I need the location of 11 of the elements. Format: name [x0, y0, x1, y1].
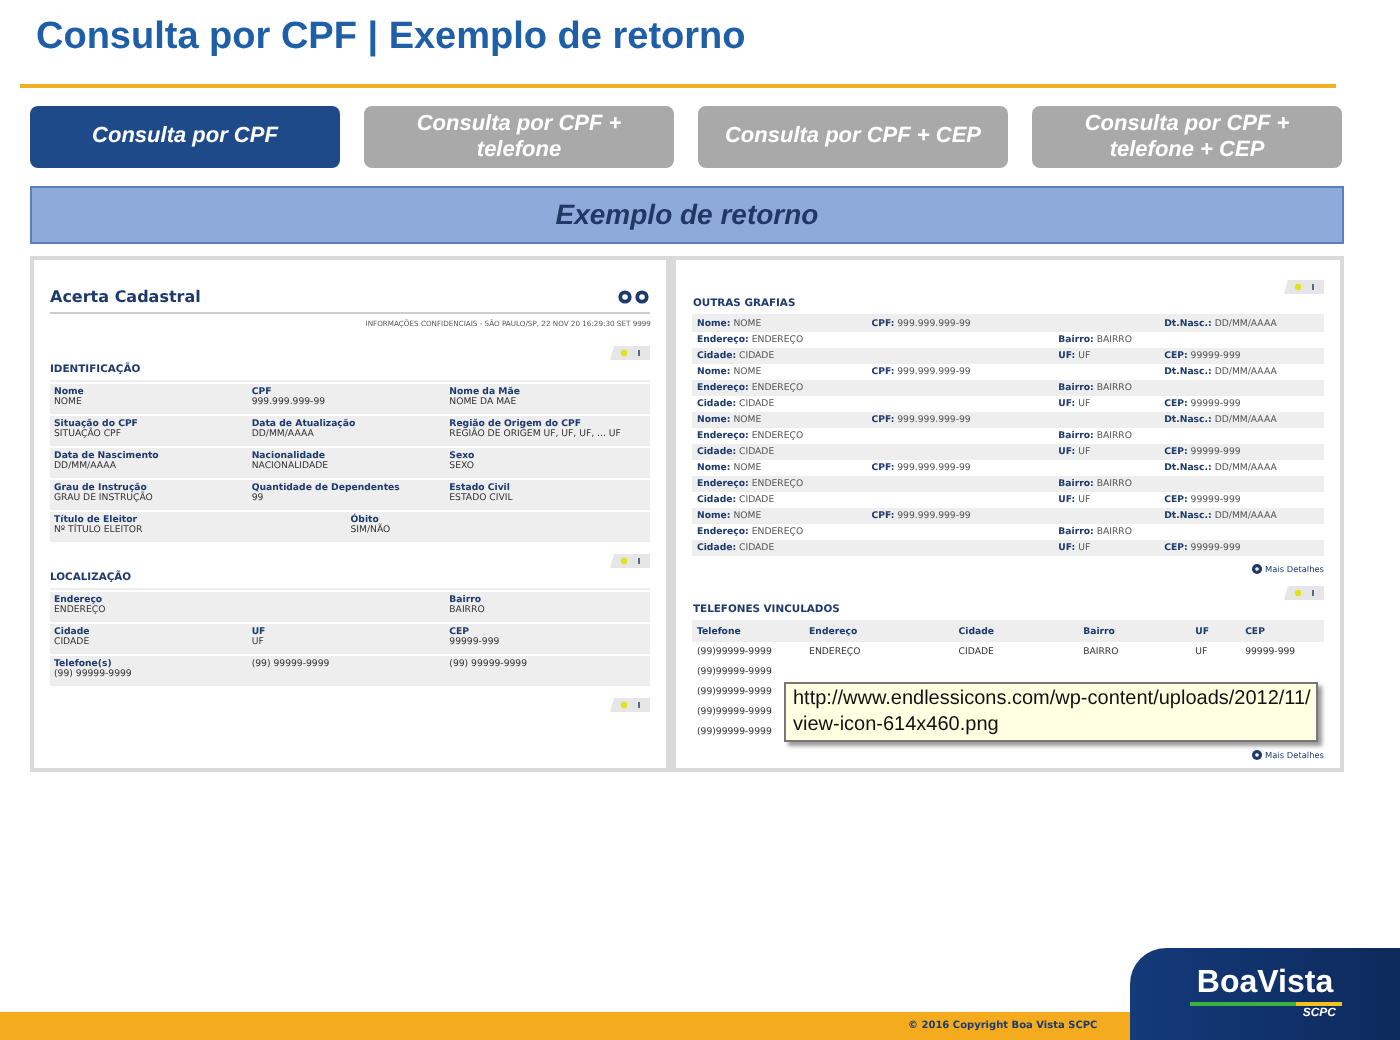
- tooltip: http://www.endlessicons.com/wp-content/uploads/2012/11/ view-icon-614x460.png: [784, 682, 1319, 742]
- section-tab-icon[interactable]: [1280, 586, 1324, 600]
- panel-title: Acerta Cadastral: [50, 288, 201, 306]
- banner: Exemplo de retorno: [30, 186, 1344, 244]
- section-tab-icon[interactable]: [606, 554, 651, 568]
- section-tab-icon[interactable]: [606, 698, 651, 712]
- tab[interactable]: Consulta por CPF: [30, 106, 340, 168]
- page-title: Consulta por CPF | Exemplo de retorno: [34, 14, 748, 62]
- section-tab-icon[interactable]: [1280, 280, 1324, 294]
- circle-icon[interactable]: [618, 290, 651, 304]
- section-tab-icon[interactable]: [606, 346, 651, 360]
